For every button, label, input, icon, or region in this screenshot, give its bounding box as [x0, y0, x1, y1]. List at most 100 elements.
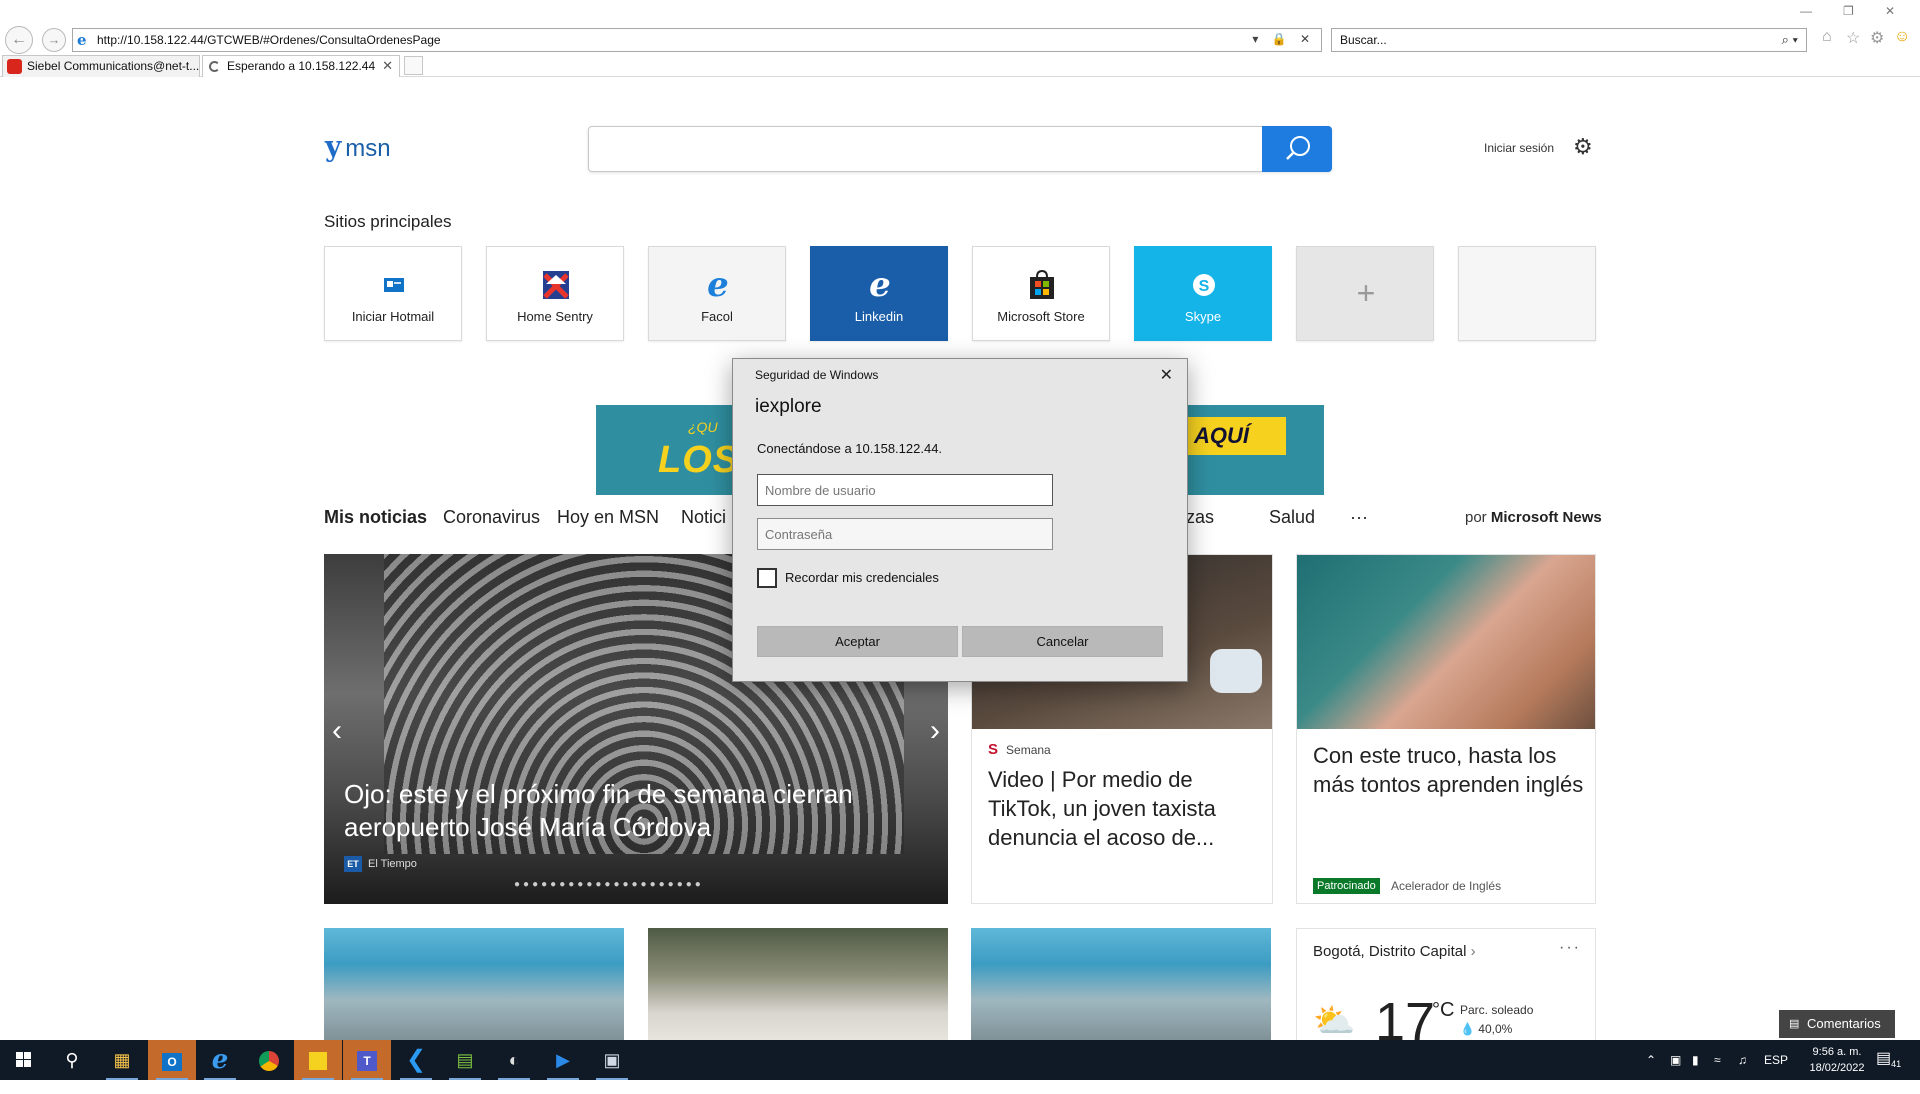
news-card-image[interactable] — [648, 928, 948, 1048]
tile-iniciar-hotmail[interactable]: Iniciar Hotmail — [324, 246, 462, 341]
tile-add-site[interactable]: + — [1296, 246, 1434, 341]
weather-city-label: Bogotá, Distrito Capital — [1313, 943, 1467, 960]
language-indicator[interactable]: ESP — [1764, 1053, 1788, 1067]
browser-search-placeholder[interactable]: Buscar... — [1340, 33, 1387, 47]
plus-icon: + — [1356, 275, 1376, 311]
paint-taskbar-icon[interactable]: ◐ — [490, 1040, 538, 1080]
msn-butterfly-icon: y — [325, 130, 342, 163]
sponsored-badge: Patrocinado — [1313, 878, 1380, 894]
chrome-taskbar-icon[interactable] — [245, 1040, 293, 1080]
feedback-button[interactable]: ▤ Comentarios — [1779, 1010, 1895, 1038]
outlook-taskbar-icon[interactable]: O — [148, 1040, 196, 1080]
carousel-next-icon[interactable]: › — [930, 714, 940, 748]
carousel-prev-icon[interactable]: ‹ — [332, 714, 342, 748]
tile-skype[interactable]: S Skype — [1134, 246, 1272, 341]
close-icon[interactable]: ✕ — [1160, 365, 1173, 385]
tile-facol[interactable]: e Facol — [648, 246, 786, 341]
msn-search-input[interactable] — [588, 126, 1332, 172]
remember-credentials-label[interactable]: Recordar mis credenciales — [785, 570, 939, 585]
chrome-icon — [259, 1051, 279, 1072]
weather-card[interactable]: Bogotá, Distrito Capital › ··· ⛅ 17 °C P… — [1296, 928, 1596, 1052]
tab-esperando[interactable]: Esperando a 10.158.122.44 ✕ — [202, 55, 400, 77]
nav-finanzas[interactable]: zas — [1186, 507, 1214, 528]
clock[interactable]: 9:56 a. m. 18/02/2022 — [1792, 1044, 1882, 1076]
nav-hoy-en-msn[interactable]: Hoy en MSN — [557, 507, 659, 528]
search-icon[interactable]: ⌕ ▾ — [1782, 32, 1798, 48]
carousel-dots[interactable]: ●●●●●●●●●●●●●●●●●●●●● — [514, 879, 704, 890]
address-controls[interactable]: ▾ 🔒 ✕ — [1252, 32, 1315, 46]
search-icon[interactable]: ⚲ — [48, 1040, 96, 1080]
settings-gear-icon[interactable]: ⚙ — [1870, 28, 1884, 48]
skype-icon: S — [1193, 274, 1215, 296]
minimize-icon[interactable]: — — [1800, 4, 1812, 18]
home-icon[interactable]: ⌂ — [1822, 28, 1832, 46]
nav-coronavirus[interactable]: Coronavirus — [443, 507, 540, 528]
store-icon — [1030, 269, 1054, 299]
ie-taskbar-icon[interactable]: e — [196, 1040, 244, 1080]
meet-now-icon[interactable]: ▣ — [1670, 1053, 1681, 1067]
comment-icon: ▤ — [1789, 1018, 1800, 1030]
sign-in-link[interactable]: Iniciar sesión — [1484, 141, 1554, 155]
tile-home-sentry[interactable]: Home Sentry — [486, 246, 624, 341]
news-title[interactable]: Video | Por medio de TikTok, un joven ta… — [988, 765, 1258, 852]
weather-humidity: 💧 40,0% — [1460, 1022, 1512, 1036]
ok-button[interactable]: Aceptar — [757, 626, 958, 657]
notepad-taskbar-icon[interactable]: ▤ — [441, 1040, 489, 1080]
hero-source: ET El Tiempo — [344, 856, 417, 872]
tile-microsoft-store[interactable]: Microsoft Store — [972, 246, 1110, 341]
address-url[interactable]: http://10.158.122.44/GTCWEB/#Ordenes/Con… — [97, 33, 441, 47]
msn-search-button[interactable] — [1262, 126, 1332, 172]
nav-salud[interactable]: Salud — [1269, 507, 1315, 528]
network-app-taskbar-icon[interactable]: ▣ — [588, 1040, 636, 1080]
wifi-icon[interactable]: ≈ — [1714, 1053, 1721, 1067]
banner-cta: AQUÍ — [1186, 417, 1286, 455]
msn-logo[interactable]: y msn — [325, 130, 391, 163]
dialog-caption: Seguridad de Windows — [755, 368, 879, 382]
forward-button[interactable]: → — [42, 28, 66, 52]
nav-mis-noticias[interactable]: Mis noticias — [324, 507, 427, 528]
hero-title[interactable]: Ojo: este y el próximo fin de semana cie… — [344, 778, 904, 844]
sticky-notes-taskbar-icon[interactable] — [294, 1040, 342, 1080]
volume-icon[interactable]: ♫ — [1738, 1053, 1747, 1067]
new-tab-button[interactable] — [404, 56, 423, 75]
address-bar[interactable]: e http://10.158.122.44/GTCWEB/#Ordenes/C… — [72, 28, 1322, 52]
sponsored-card[interactable]: Con este truco, hasta los más tontos apr… — [1296, 554, 1596, 904]
username-field[interactable] — [757, 474, 1053, 506]
news-card-image[interactable] — [324, 928, 624, 1048]
news-card-image[interactable] — [971, 928, 1271, 1048]
remember-credentials-checkbox[interactable] — [757, 568, 777, 588]
remote-desktop-taskbar-icon[interactable]: ▶ — [539, 1040, 587, 1080]
back-button[interactable]: ← — [5, 26, 33, 54]
weather-unit[interactable]: °C — [1432, 999, 1454, 1022]
dialog-app-name: iexplore — [755, 396, 822, 417]
nav-noticias[interactable]: Notici — [681, 507, 726, 528]
action-center-button[interactable]: ▤41 — [1876, 1048, 1901, 1069]
start-button[interactable] — [0, 1040, 48, 1080]
password-field[interactable] — [757, 518, 1053, 550]
tile-label: Home Sentry — [517, 309, 593, 324]
browser-search-box[interactable]: Buscar... ⌕ ▾ — [1331, 28, 1807, 52]
tile-empty[interactable] — [1458, 246, 1596, 341]
smiley-feedback-icon[interactable]: ☺ — [1894, 28, 1910, 46]
ie-icon: e — [707, 265, 729, 305]
svg-text:S: S — [1199, 278, 1210, 295]
sponsored-title[interactable]: Con este truco, hasta los más tontos apr… — [1313, 741, 1588, 799]
tab-siebel[interactable]: Siebel Communications@net-t... — [2, 55, 200, 77]
file-explorer-icon[interactable]: ▦ — [98, 1040, 146, 1080]
tile-linkedin[interactable]: e Linkedin — [810, 246, 948, 341]
vscode-taskbar-icon[interactable]: ❮ — [392, 1040, 440, 1080]
teams-taskbar-icon[interactable]: T — [343, 1040, 391, 1080]
restore-icon[interactable]: ❐ — [1843, 4, 1854, 18]
settings-gear-icon[interactable]: ⚙ — [1573, 134, 1593, 160]
weather-condition: Parc. soleado — [1460, 1003, 1534, 1017]
advertiser-name: Acelerador de Inglés — [1391, 879, 1502, 893]
close-tab-icon[interactable]: ✕ — [382, 56, 393, 76]
cancel-button[interactable]: Cancelar — [962, 626, 1163, 657]
battery-icon[interactable]: ▮ — [1692, 1053, 1699, 1067]
close-window-icon[interactable]: ✕ — [1885, 4, 1895, 18]
chevron-up-icon[interactable]: ⌃ — [1646, 1053, 1656, 1067]
nav-more[interactable]: ··· — [1350, 507, 1368, 528]
favorites-star-icon[interactable]: ☆ — [1846, 28, 1860, 48]
weather-city[interactable]: Bogotá, Distrito Capital › — [1313, 943, 1476, 960]
more-options-icon[interactable]: ··· — [1559, 939, 1581, 957]
